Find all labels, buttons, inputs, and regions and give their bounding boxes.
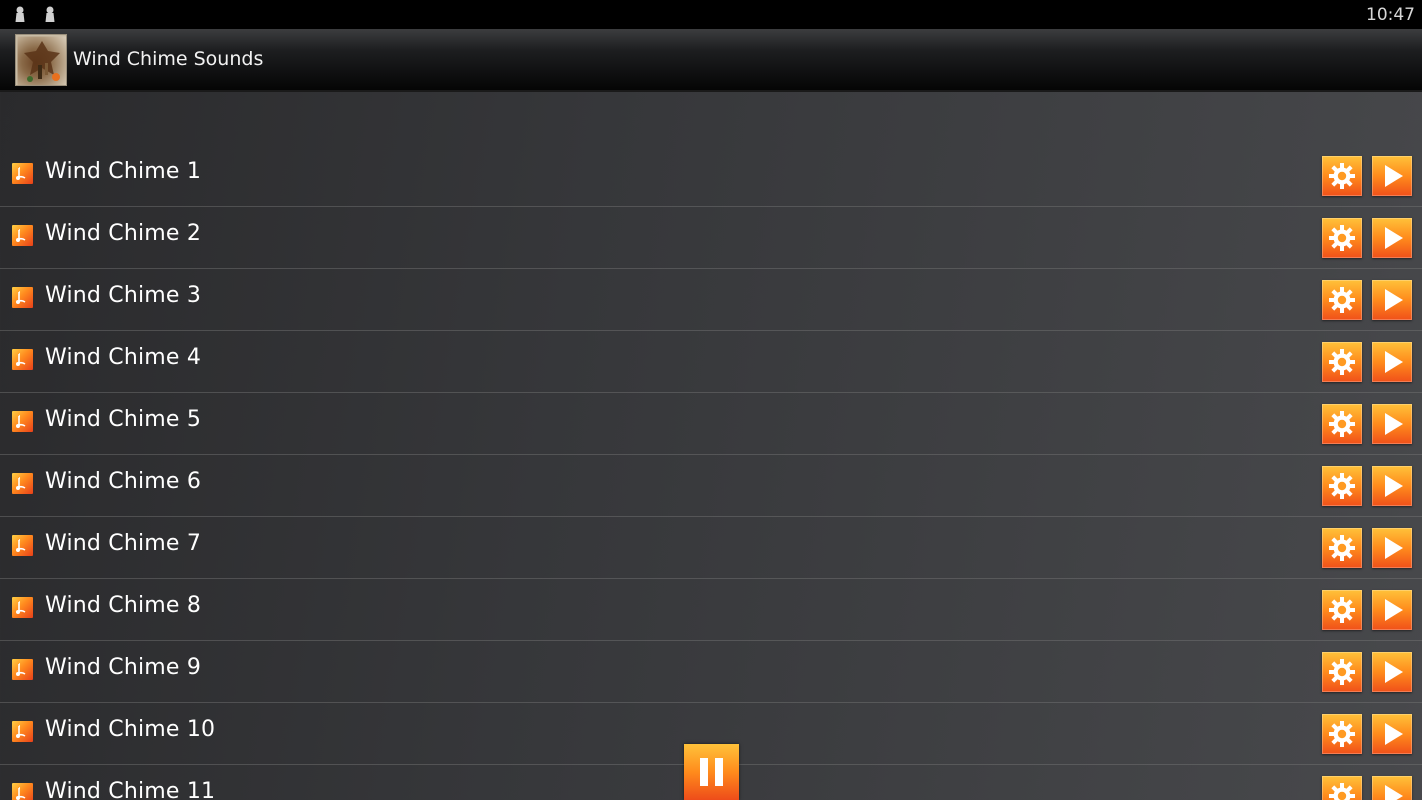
play-icon xyxy=(1385,599,1403,621)
play-button[interactable] xyxy=(1372,404,1412,444)
play-icon xyxy=(1385,289,1403,311)
android-icon xyxy=(14,6,26,23)
gear-icon xyxy=(1329,163,1355,189)
list-item[interactable]: Wind Chime 3 xyxy=(0,269,1422,331)
list-item-label: Wind Chime 11 xyxy=(45,779,216,800)
status-time: 10:47 xyxy=(1366,5,1415,25)
list-item[interactable]: Wind Chime 5 xyxy=(0,393,1422,455)
settings-button[interactable] xyxy=(1322,714,1362,754)
music-note-icon xyxy=(12,287,33,308)
play-button[interactable] xyxy=(1372,156,1412,196)
settings-button[interactable] xyxy=(1322,590,1362,630)
settings-button[interactable] xyxy=(1322,156,1362,196)
settings-button[interactable] xyxy=(1322,776,1362,800)
music-note-icon xyxy=(12,659,33,680)
play-button[interactable] xyxy=(1372,280,1412,320)
list-item[interactable]: Wind Chime 4 xyxy=(0,331,1422,393)
play-icon xyxy=(1385,475,1403,497)
music-note-icon xyxy=(12,473,33,494)
play-icon xyxy=(1385,537,1403,559)
play-icon xyxy=(1385,785,1403,800)
sound-list: Wind Chime 1 Wind Chime 2 Wind Chime 3 Wind… xyxy=(0,145,1422,800)
list-item-label: Wind Chime 4 xyxy=(45,345,202,370)
music-note-icon xyxy=(12,721,33,742)
play-button[interactable] xyxy=(1372,652,1412,692)
gear-icon xyxy=(1329,473,1355,499)
play-icon xyxy=(1385,227,1403,249)
pause-icon xyxy=(700,758,723,786)
wind-chime-logo-icon[interactable] xyxy=(15,34,67,86)
settings-button[interactable] xyxy=(1322,280,1362,320)
list-item-label: Wind Chime 3 xyxy=(45,283,202,308)
list-item[interactable]: Wind Chime 6 xyxy=(0,455,1422,517)
list-item-label: Wind Chime 8 xyxy=(45,593,202,618)
gear-icon xyxy=(1329,659,1355,685)
list-item-label: Wind Chime 10 xyxy=(45,717,216,742)
list-item-label: Wind Chime 6 xyxy=(45,469,202,494)
music-note-icon xyxy=(12,597,33,618)
pause-button[interactable] xyxy=(684,744,739,800)
music-note-icon xyxy=(12,163,33,184)
play-icon xyxy=(1385,165,1403,187)
status-bar: 10:47 xyxy=(0,0,1422,29)
list-item[interactable]: Wind Chime 2 xyxy=(0,207,1422,269)
music-note-icon xyxy=(12,535,33,556)
gear-icon xyxy=(1329,287,1355,313)
music-note-icon xyxy=(12,783,33,800)
play-icon xyxy=(1385,413,1403,435)
play-button[interactable] xyxy=(1372,776,1412,800)
settings-button[interactable] xyxy=(1322,466,1362,506)
play-icon xyxy=(1385,723,1403,745)
gear-icon xyxy=(1329,783,1355,800)
play-icon xyxy=(1385,661,1403,683)
gear-icon xyxy=(1329,349,1355,375)
music-note-icon xyxy=(12,225,33,246)
list-item[interactable]: Wind Chime 1 xyxy=(0,145,1422,207)
play-button[interactable] xyxy=(1372,528,1412,568)
settings-button[interactable] xyxy=(1322,652,1362,692)
app-title: Wind Chime Sounds xyxy=(73,48,264,70)
play-button[interactable] xyxy=(1372,218,1412,258)
settings-button[interactable] xyxy=(1322,342,1362,382)
gear-icon xyxy=(1329,721,1355,747)
gear-icon xyxy=(1329,597,1355,623)
play-icon xyxy=(1385,351,1403,373)
music-note-icon xyxy=(12,349,33,370)
music-note-icon xyxy=(12,411,33,432)
play-button[interactable] xyxy=(1372,714,1412,754)
settings-button[interactable] xyxy=(1322,218,1362,258)
play-button[interactable] xyxy=(1372,466,1412,506)
gear-icon xyxy=(1329,225,1355,251)
list-item[interactable]: Wind Chime 7 xyxy=(0,517,1422,579)
list-item[interactable]: Wind Chime 9 xyxy=(0,641,1422,703)
list-item-label: Wind Chime 1 xyxy=(45,159,202,184)
action-bar: Wind Chime Sounds xyxy=(0,29,1422,92)
gear-icon xyxy=(1329,535,1355,561)
list-item-label: Wind Chime 5 xyxy=(45,407,202,432)
list-item-label: Wind Chime 9 xyxy=(45,655,202,680)
list-item-label: Wind Chime 2 xyxy=(45,221,202,246)
play-button[interactable] xyxy=(1372,342,1412,382)
settings-button[interactable] xyxy=(1322,528,1362,568)
play-button[interactable] xyxy=(1372,590,1412,630)
android-icon xyxy=(44,6,56,23)
settings-button[interactable] xyxy=(1322,404,1362,444)
gear-icon xyxy=(1329,411,1355,437)
list-item-label: Wind Chime 7 xyxy=(45,531,202,556)
list-item[interactable]: Wind Chime 8 xyxy=(0,579,1422,641)
